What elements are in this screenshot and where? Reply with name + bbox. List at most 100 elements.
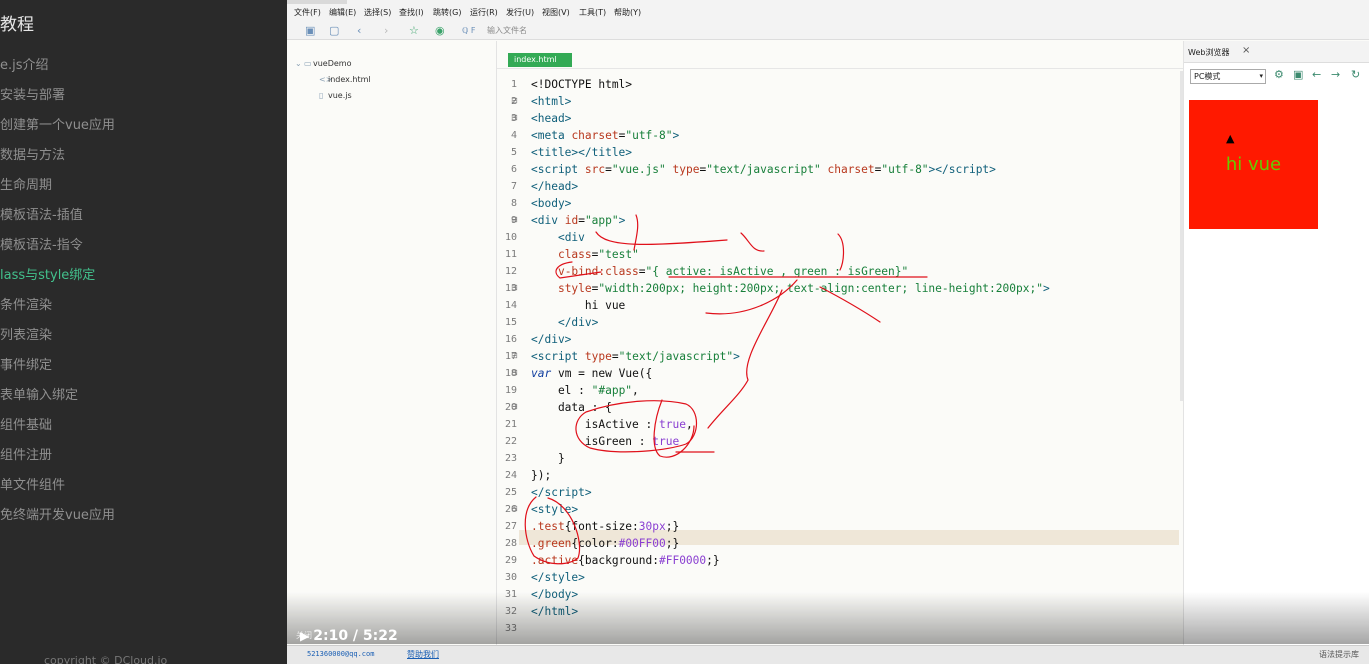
code-line-11: class="test" — [557, 248, 639, 261]
filter-icon[interactable]: ℚ F — [462, 23, 475, 38]
line-number: 23 — [504, 453, 517, 464]
menu-item-4[interactable]: 跳转(G) — [433, 7, 461, 18]
sidebar-item-11[interactable]: 表单输入绑定 — [0, 386, 115, 416]
fold-toggle-icon[interactable]: ⊟ — [511, 368, 519, 377]
fold-toggle-icon[interactable]: ⊟ — [511, 96, 519, 105]
code-line-16: </div> — [531, 333, 572, 346]
line-number: 14 — [504, 300, 517, 311]
arrow-right-icon[interactable]: → — [1331, 68, 1340, 81]
gear-icon[interactable]: ⚙ — [1274, 68, 1284, 81]
mode-select[interactable]: PC模式 ▾ — [1190, 69, 1266, 84]
fold-toggle-icon[interactable]: ⊟ — [511, 215, 519, 224]
fold-toggle-icon[interactable]: ⊟ — [511, 504, 519, 513]
sidebar-item-8[interactable]: 条件渲染 — [0, 296, 115, 326]
code-line-25: </script> — [531, 486, 592, 499]
menu-item-3[interactable]: 查找(I) — [399, 7, 424, 18]
sidebar-item-15[interactable]: 免终端开发vue应用 — [0, 506, 115, 536]
menu-item-5[interactable]: 运行(R) — [470, 7, 498, 18]
close-icon[interactable]: × — [1242, 45, 1250, 56]
back-icon[interactable]: ‹ — [357, 23, 361, 38]
menu-item-2[interactable]: 选择(S) — [364, 7, 391, 18]
code-line-23: } — [531, 452, 565, 465]
video-time: 2:10 / 5:22 — [313, 628, 398, 644]
line-number: 22 — [504, 436, 517, 447]
code-line-26: <style> — [531, 503, 579, 516]
sidebar-item-14[interactable]: 单文件组件 — [0, 476, 115, 506]
code-line-1: <!DOCTYPE html> — [531, 78, 633, 91]
menu-item-9[interactable]: 帮助(Y) — [614, 7, 641, 18]
sidebar-item-13[interactable]: 组件注册 — [0, 446, 115, 476]
course-list: e.js介绍 安装与部署 创建第一个vue应用 数据与方法 生命周期 模板语法-插值 模板语… — [0, 56, 115, 536]
code-line-5: <title></title> — [531, 146, 633, 159]
code-line-6: <script src="vue.js" type="text/javascri… — [531, 163, 996, 176]
menu-bar: 文件(F) 编辑(E) 选择(S) 查找(I) 跳转(G) 运行(R) 发行(U) 视图(V)… — [287, 0, 1369, 22]
menu-item-7[interactable]: 视图(V) — [542, 7, 570, 18]
sidebar-item-2[interactable]: 创建第一个vue应用 — [0, 116, 115, 146]
new-file-icon[interactable]: ▣ — [305, 23, 315, 38]
tab-index-html[interactable]: index.html — [508, 53, 572, 67]
sidebar-item-9[interactable]: 列表渲染 — [0, 326, 115, 356]
screenshot-icon[interactable]: ▣ — [1293, 68, 1303, 81]
code-line-13: style="width:200px; height:200px; text-a… — [557, 282, 1050, 295]
sidebar-item-5[interactable]: 模板语法-插值 — [0, 206, 115, 236]
code-editor[interactable]: index.html 1 2 ⊟ 3 ⊟ 4 5 6 7 8 9 ⊟ 10 11 12 13 ⊟ 14 15 16 17… — [497, 41, 1186, 653]
sidebar-item-7[interactable]: lass与style绑定 — [0, 266, 115, 296]
tree-file-index[interactable]: <>index.html — [319, 75, 371, 84]
star-icon[interactable]: ☆ — [409, 23, 419, 38]
menu-item-0[interactable]: 文件(F) — [294, 7, 321, 18]
line-number: 25 — [504, 487, 517, 498]
play-icon[interactable]: ▶ — [300, 629, 309, 643]
code-line-12: v-bind:class="{ active: isActive , green… — [557, 265, 909, 278]
menu-item-1[interactable]: 编辑(E) — [329, 7, 356, 18]
run-icon[interactable]: ◉ — [435, 23, 445, 38]
file-search-input[interactable]: 输入文件名 — [487, 25, 527, 36]
folder-icon: ▭ — [304, 59, 312, 68]
code-line-10: <div — [557, 231, 585, 244]
code-line-21: isActive : true, — [531, 418, 693, 431]
mouse-cursor-icon: ▲ — [1226, 132, 1235, 145]
fold-toggle-icon[interactable]: ⊟ — [511, 402, 519, 411]
menu-item-6[interactable]: 发行(U) — [506, 7, 534, 18]
arrow-left-icon[interactable]: ← — [1312, 68, 1321, 81]
code-line-7: </head> — [531, 180, 579, 193]
code-line-19: el : "#app", — [531, 384, 639, 397]
code-line-17: <script type="text/javascript"> — [531, 350, 740, 363]
editor-tab-bar: index.html — [497, 41, 1183, 69]
code-line-22: isGreen : true — [531, 435, 680, 448]
code-line-15: </div> — [557, 316, 599, 329]
ide-window: 文件(F) 编辑(E) 选择(S) 查找(I) 跳转(G) 运行(R) 发行(U) 视图(V)… — [287, 0, 1369, 664]
sidebar-item-10[interactable]: 事件绑定 — [0, 356, 115, 386]
fold-toggle-icon[interactable]: ⊟ — [511, 113, 519, 122]
forward-icon[interactable]: › — [384, 23, 388, 38]
code-line-30: </style> — [531, 571, 585, 584]
sidebar-item-12[interactable]: 组件基础 — [0, 416, 115, 446]
sponsor-link[interactable]: 赞助我们 — [407, 649, 439, 660]
sidebar-item-6[interactable]: 模板语法-指令 — [0, 236, 115, 266]
tree-project-node[interactable]: ⌄ ▭vueDemo — [295, 59, 352, 68]
sidebar-item-0[interactable]: e.js介绍 — [0, 56, 115, 86]
code-line-8: <body> — [531, 197, 572, 210]
sidebar-footer: copyright © DCloud.io — [44, 654, 168, 664]
sidebar-item-1[interactable]: 安装与部署 — [0, 86, 115, 116]
video-control-overlay — [287, 592, 1369, 644]
tree-file-vuejs[interactable]: ▯ vue.js — [319, 91, 352, 100]
code-line-14: hi vue — [531, 299, 626, 312]
fold-toggle-icon[interactable]: ⊟ — [511, 283, 519, 292]
code-line-18: var vm = new Vue({ — [531, 367, 653, 380]
video-player-controls[interactable]: ▶ 2:10 / 5:22 — [300, 628, 398, 644]
refresh-icon[interactable]: ↻ — [1351, 68, 1360, 81]
sidebar-item-4[interactable]: 生命周期 — [0, 176, 115, 206]
code-line-9: <div id="app"> — [531, 214, 626, 227]
menu-item-8[interactable]: 工具(T) — [579, 7, 606, 18]
preview-box: hi vue — [1189, 100, 1318, 229]
syntax-hint-label[interactable]: 语法提示库 — [1319, 649, 1359, 660]
line-number: 11 — [504, 249, 517, 260]
sidebar-item-3[interactable]: 数据与方法 — [0, 146, 115, 176]
fold-toggle-icon[interactable]: ⊟ — [511, 351, 519, 360]
line-number: 29 — [504, 555, 517, 566]
tab-web-browser[interactable]: Web浏览器 — [1188, 47, 1229, 58]
line-number: 24 — [504, 470, 517, 481]
line-number: 30 — [504, 572, 517, 583]
browser-toolbar: PC模式 ▾ ⚙ ▣ ← → ↻ — [1184, 63, 1369, 89]
save-icon[interactable]: ▢ — [329, 23, 339, 38]
